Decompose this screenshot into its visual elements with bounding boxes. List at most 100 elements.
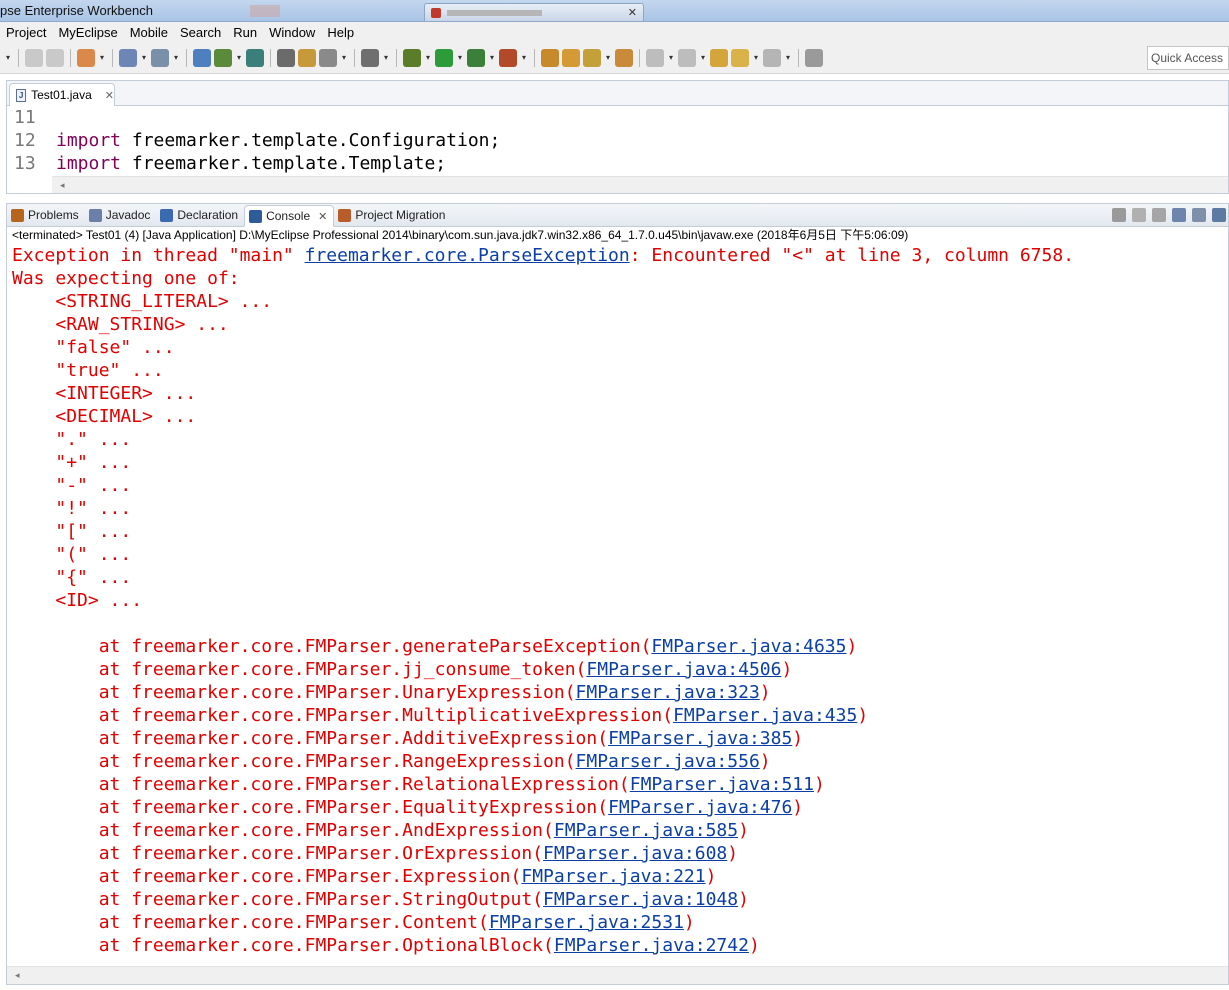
stack-frame: at freemarker.core.FMParser.Content(FMPa… [12, 912, 695, 933]
browser-icon[interactable] [246, 48, 264, 67]
run-dropdown-icon[interactable]: ▾ [456, 53, 464, 62]
search-icon[interactable] [151, 48, 169, 67]
prev-annotation-icon[interactable] [678, 48, 696, 67]
main-toolbar: ▾ ▾ ▾ ▾ ▾ ▾ ▾ ▾ ▾ ▾ ▾ ▾ ▾ ▾ ▾ ▾ Quick Access [0, 42, 1229, 74]
close-icon[interactable]: ✕ [628, 6, 637, 19]
task-icon[interactable] [583, 48, 601, 67]
next-annotation-icon[interactable] [646, 48, 664, 67]
menu-item-search[interactable]: Search [174, 25, 227, 40]
forward-icon[interactable] [46, 48, 64, 67]
toolbar-separator [112, 48, 113, 67]
stack-source-link[interactable]: FMParser.java:4635 [651, 636, 846, 657]
stack-frame: at freemarker.core.FMParser.OptionalBloc… [12, 935, 760, 956]
editor-tab-test01[interactable]: J Test01.java ✕ [9, 83, 115, 106]
coverage-dropdown-icon[interactable]: ▾ [488, 53, 496, 62]
nav-forward-dropdown-icon[interactable]: ▾ [784, 53, 792, 62]
code-editor[interactable]: 11 12 import freemarker.template.Configura… [7, 106, 1228, 175]
quick-access-field[interactable]: Quick Access [1147, 46, 1229, 70]
scroll-lock-icon[interactable] [1192, 208, 1206, 222]
build-icon[interactable] [298, 48, 316, 67]
coverage-icon[interactable] [467, 48, 485, 67]
stack-method: freemarker.core.FMParser.RelationalExpre… [131, 774, 619, 795]
stack-source-link[interactable]: FMParser.java:385 [608, 728, 792, 749]
expected-token-text: "!" ... [55, 498, 132, 519]
screen-dropdown-icon[interactable]: ▾ [382, 53, 390, 62]
stack-source-link[interactable]: FMParser.java:476 [608, 797, 792, 818]
external-dropdown-icon[interactable]: ▾ [520, 53, 528, 62]
last-edit-icon[interactable] [710, 48, 728, 67]
tool-icon[interactable] [277, 48, 295, 67]
annotation-icon[interactable] [615, 48, 633, 67]
close-tab-icon[interactable]: ✕ [105, 89, 114, 102]
stack-source-link[interactable]: FMParser.java:4506 [586, 659, 781, 680]
menu-item-project[interactable]: Project [0, 25, 52, 40]
new-wizard-icon[interactable] [77, 48, 95, 67]
server-dropdown-icon[interactable]: ▾ [235, 53, 243, 62]
stack-source-link[interactable]: FMParser.java:585 [554, 820, 738, 841]
web-icon[interactable] [319, 48, 337, 67]
console-output[interactable]: Exception in thread "main" freemarker.co… [7, 244, 1228, 967]
expecting-header: Was expecting one of: [12, 268, 240, 289]
stack-source-link[interactable]: FMParser.java:511 [630, 774, 814, 795]
stack-source-link[interactable]: FMParser.java:608 [543, 843, 727, 864]
next-annotation-dropdown-icon[interactable]: ▾ [667, 53, 675, 62]
open-folder-icon[interactable] [541, 48, 559, 67]
code-keyword: import [56, 130, 122, 151]
menu-item-myeclipse[interactable]: MyEclipse [52, 25, 123, 40]
stack-frame: at freemarker.core.FMParser.AndExpressio… [12, 820, 749, 841]
remove-all-terminated-icon[interactable] [1152, 208, 1166, 222]
terminate-icon[interactable] [1112, 208, 1126, 222]
nav-back-dropdown-icon[interactable]: ▾ [752, 53, 760, 62]
expected-token-text: "(" ... [55, 544, 132, 565]
stack-source-link[interactable]: FMParser.java:2742 [554, 935, 749, 956]
exception-class-link[interactable]: freemarker.core.ParseException [305, 245, 630, 266]
server-icon[interactable] [214, 48, 232, 67]
tab-declaration[interactable]: Declaration [156, 204, 244, 226]
debug-icon[interactable] [403, 48, 421, 67]
open-project-icon[interactable] [562, 48, 580, 67]
new-dropdown-icon[interactable]: ▾ [98, 53, 106, 62]
external-tools-icon[interactable] [499, 48, 517, 67]
open-type-icon[interactable] [119, 48, 137, 67]
editor-horizontal-scrollbar[interactable]: ◂ [52, 176, 1228, 193]
screen-icon[interactable] [361, 48, 379, 67]
tab-project-migration[interactable]: Project Migration [334, 204, 451, 226]
web-dropdown-icon[interactable]: ▾ [340, 53, 348, 62]
back-icon[interactable] [25, 48, 43, 67]
menu-item-help[interactable]: Help [321, 25, 360, 40]
menu-item-mobile[interactable]: Mobile [124, 25, 174, 40]
expected-token: "[" ... [12, 520, 1228, 543]
menu-item-run[interactable]: Run [227, 25, 263, 40]
taskbar-window-tab[interactable]: ✕ [424, 3, 644, 21]
stack-source-link[interactable]: FMParser.java:323 [576, 682, 760, 703]
stack-source-link[interactable]: FMParser.java:2531 [489, 912, 684, 933]
tab-problems[interactable]: Problems [7, 204, 85, 226]
stack-source-link[interactable]: FMParser.java:1048 [543, 889, 738, 910]
expected-token-text: "-" ... [55, 475, 132, 496]
debug-dropdown-icon[interactable]: ▾ [424, 53, 432, 62]
tab-console[interactable]: Console ✕ [244, 205, 335, 227]
taskbar-blur [250, 5, 280, 17]
open-perspective-icon[interactable] [805, 48, 823, 67]
close-icon[interactable]: ✕ [318, 210, 327, 223]
search-dropdown-icon[interactable]: ▾ [172, 53, 180, 62]
nav-back-icon[interactable] [731, 48, 749, 67]
toolbar-dropdown-icon[interactable]: ▾ [4, 53, 12, 62]
task-dropdown-icon[interactable]: ▾ [604, 53, 612, 62]
console-horizontal-scrollbar[interactable]: ◂ [7, 966, 1228, 984]
menu-item-window[interactable]: Window [263, 25, 321, 40]
clear-console-icon[interactable] [1172, 208, 1186, 222]
stack-source-link[interactable]: FMParser.java:221 [521, 866, 705, 887]
nav-forward-icon[interactable] [763, 48, 781, 67]
pin-console-icon[interactable] [1212, 208, 1226, 222]
open-type-dropdown-icon[interactable]: ▾ [140, 53, 148, 62]
deploy-icon[interactable] [193, 48, 211, 67]
remove-launch-icon[interactable] [1132, 208, 1146, 222]
stack-source-link[interactable]: FMParser.java:556 [576, 751, 760, 772]
run-icon[interactable] [435, 48, 453, 67]
stack-source-link[interactable]: FMParser.java:435 [673, 705, 857, 726]
prev-annotation-dropdown-icon[interactable]: ▾ [699, 53, 707, 62]
tab-javadoc[interactable]: Javadoc [85, 204, 157, 226]
toolbar-separator [639, 48, 640, 67]
